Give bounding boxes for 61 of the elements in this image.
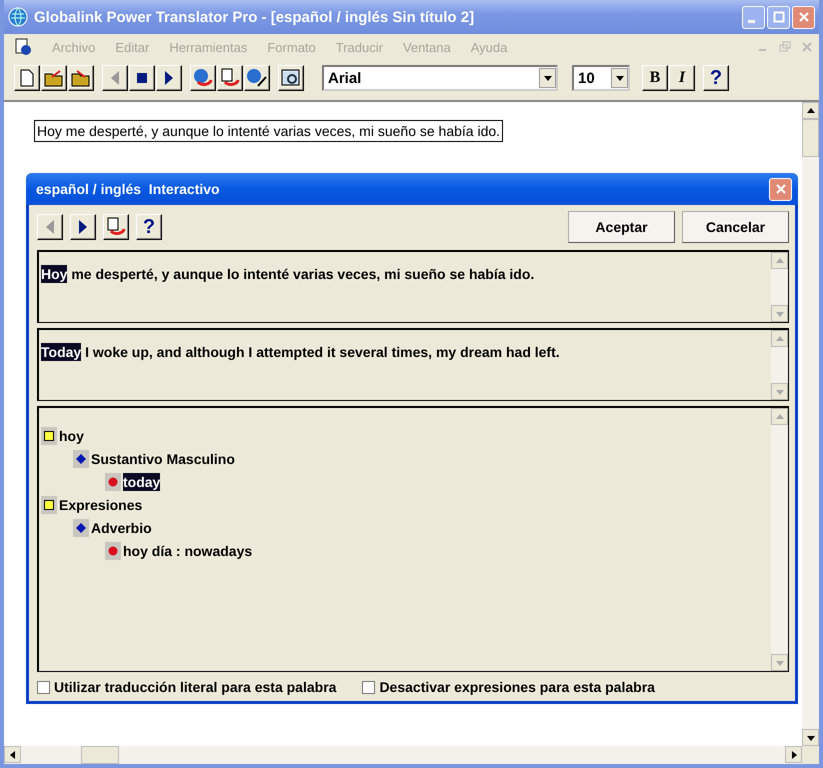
target-sentence: Today I woke up, and although I attempted it several times, my dream had left.	[41, 342, 560, 362]
previous-button[interactable]	[102, 65, 128, 91]
folder-button[interactable]	[41, 65, 67, 91]
bold-button[interactable]: B	[642, 65, 668, 91]
page-arrow-icon	[105, 217, 127, 237]
globe-arrow-icon	[192, 68, 214, 88]
left-arrow-icon[interactable]	[8, 750, 18, 760]
cancel-button[interactable]: Cancelar	[682, 211, 789, 243]
down-arrow-icon[interactable]	[806, 734, 816, 742]
vertical-scrollbar[interactable]	[802, 102, 819, 746]
checkbox[interactable]	[362, 680, 376, 694]
accept-button[interactable]: Aceptar	[568, 211, 675, 243]
page-icon	[19, 69, 35, 87]
next-button[interactable]	[156, 65, 182, 91]
translate-button[interactable]	[244, 65, 270, 91]
square-icon	[41, 426, 57, 444]
stop-button[interactable]	[129, 65, 155, 91]
next-button[interactable]	[70, 214, 96, 240]
window-title: Globalink Power Translator Pro - [español / inglés Sin título 2]	[34, 8, 476, 26]
minimize-icon	[748, 20, 755, 22]
new-file-button[interactable]	[14, 65, 40, 91]
font-size-dropdown[interactable]: 10	[572, 65, 630, 91]
dropdown-arrow-icon	[544, 76, 552, 80]
translate-button[interactable]	[190, 65, 216, 91]
folder-icon	[71, 69, 91, 87]
dialog-title: español / inglés Interactivo	[36, 181, 221, 197]
horizontal-scrollbar[interactable]	[4, 746, 802, 764]
checkbox-label: Utilizar traducción literal para esta palabra	[54, 679, 336, 695]
translate-button[interactable]	[103, 214, 129, 240]
tree-item[interactable]: Expresiones	[59, 496, 142, 512]
document-text: Hoy me desperté, y aunque lo intenté varias veces, mi sueño se había ido.	[34, 120, 504, 142]
dropdown-arrow-icon	[616, 76, 624, 80]
dictionary-button[interactable]	[278, 65, 304, 91]
checkbox-label: Desactivar expresiones para esta palabra	[379, 679, 655, 695]
close-icon	[774, 183, 786, 195]
folder-icon	[44, 69, 64, 87]
help-button[interactable]: ?	[136, 214, 162, 240]
previous-button[interactable]	[37, 214, 63, 240]
italic-button[interactable]: I	[669, 65, 695, 91]
folder-button[interactable]	[68, 65, 94, 91]
tree-item[interactable]: hoy	[59, 428, 84, 444]
globe-icon	[8, 7, 28, 27]
close-button[interactable]	[792, 6, 815, 28]
tree-item[interactable]: hoy día : nowadays	[123, 542, 252, 558]
magnifier-icon	[280, 68, 302, 88]
up-arrow-icon[interactable]	[806, 106, 816, 114]
square-icon	[41, 496, 57, 514]
translate-button[interactable]	[217, 65, 243, 91]
font-dropdown[interactable]: Arial	[322, 65, 558, 91]
close-button[interactable]	[769, 178, 792, 200]
scroll-thumb[interactable]	[81, 746, 119, 764]
checkbox[interactable]	[37, 680, 50, 694]
document-icon	[14, 38, 32, 56]
help-button[interactable]: ?	[703, 65, 729, 91]
scroll-thumb[interactable]	[802, 119, 819, 157]
page-arrow-icon	[219, 68, 241, 88]
tree-item[interactable]: Sustantivo Masculino	[91, 450, 235, 466]
maximize-icon	[772, 11, 784, 23]
close-icon	[798, 11, 810, 23]
globe-pen-icon	[246, 68, 268, 88]
tree-item[interactable]: Adverbio	[91, 520, 152, 536]
